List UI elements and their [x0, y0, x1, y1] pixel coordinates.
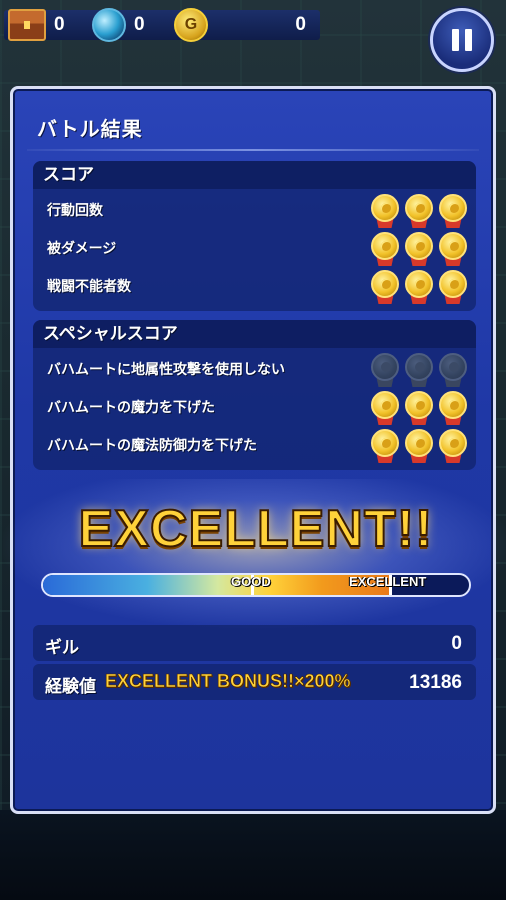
score-section: スコア 行動回数 被ダメージ 戦闘不能者数 — [33, 161, 476, 311]
gold-medal-icon — [370, 429, 400, 463]
score-header: スコア — [33, 161, 476, 189]
gold-medal-icon — [438, 194, 468, 228]
exp-reward-row: 経験値 EXCELLENT BONUS!!×200% 13186 — [33, 664, 476, 700]
special-score-row: バハムートに地属性攻撃を使用しない — [33, 350, 476, 388]
gauge-label-excellent: EXCELLENT — [349, 574, 427, 589]
gold-medal-icon — [438, 429, 468, 463]
panel-title: バトル結果 — [37, 117, 143, 141]
gold-medal-icon — [404, 232, 434, 266]
hud-chest: 0 — [8, 9, 65, 41]
exp-value: 13186 — [409, 672, 462, 693]
medal-group — [370, 270, 468, 304]
exp-label: 経験値 — [45, 677, 96, 697]
special-score-section: スペシャルスコア バハムートに地属性攻撃を使用しない バハムートの魔力を下げた … — [33, 320, 476, 470]
gold-medal-icon — [438, 391, 468, 425]
special-score-row-label: バハムートに地属性攻撃を使用しない — [47, 362, 285, 378]
gold-medal-icon — [370, 194, 400, 228]
gold-medal-icon — [404, 391, 434, 425]
score-row-label: 行動回数 — [47, 203, 103, 219]
medal-group — [370, 232, 468, 266]
gold-medal-icon — [404, 194, 434, 228]
gold-medal-icon — [370, 270, 400, 304]
orb-icon — [92, 8, 126, 42]
top-hud: 0 0 G 0 — [0, 0, 506, 72]
gold-medal-icon — [404, 429, 434, 463]
gold-medal-icon — [404, 270, 434, 304]
gold-medal-icon — [438, 232, 468, 266]
chest-count: 0 — [54, 14, 65, 35]
rank-gauge: GOOD EXCELLENT — [41, 573, 471, 597]
bottom-shade — [0, 810, 506, 900]
orb-count: 0 — [134, 14, 145, 35]
gil-label: ギル — [45, 638, 79, 658]
empty-medal-icon — [404, 353, 434, 387]
gil-count: 0 — [295, 14, 306, 35]
rank-text: EXCELLENT!! — [78, 499, 434, 559]
exp-bonus-text: EXCELLENT BONUS!!×200% — [105, 671, 351, 692]
special-score-row-label: バハムートの魔力を下げた — [47, 400, 215, 416]
special-score-row: バハムートの魔力を下げた — [33, 388, 476, 426]
gauge-label-good: GOOD — [231, 574, 271, 589]
hud-orb: 0 — [92, 8, 145, 42]
medal-group — [370, 353, 468, 387]
hud-gil: G 0 — [174, 8, 314, 42]
gold-medal-icon — [370, 391, 400, 425]
gil-reward-row: ギル 0 — [33, 625, 476, 661]
rank-gauge-fill — [43, 575, 393, 595]
score-row-label: 戦闘不能者数 — [47, 279, 131, 295]
gold-medal-icon — [438, 270, 468, 304]
pause-button[interactable] — [430, 8, 494, 72]
medal-group — [370, 194, 468, 228]
special-score-row-label: バハムートの魔法防御力を下げた — [47, 438, 257, 454]
score-row: 被ダメージ — [33, 229, 476, 267]
gold-medal-icon — [370, 232, 400, 266]
medal-group — [370, 429, 468, 463]
special-score-row: バハムートの魔法防御力を下げた — [33, 426, 476, 464]
pause-icon — [452, 29, 459, 51]
battle-result-panel: バトル結果 スコア 行動回数 被ダメージ 戦闘不能者数 スペシャルスコア バハム… — [3, 86, 506, 814]
gil-coin-icon: G — [174, 8, 208, 42]
treasure-chest-icon — [8, 9, 46, 41]
title-divider — [27, 149, 479, 151]
score-row: 戦闘不能者数 — [33, 267, 476, 305]
empty-medal-icon — [370, 353, 400, 387]
special-score-header: スペシャルスコア — [33, 320, 476, 348]
score-row-label: 被ダメージ — [47, 241, 117, 257]
pause-icon-bar — [465, 29, 472, 51]
gil-value: 0 — [451, 633, 462, 654]
empty-medal-icon — [438, 353, 468, 387]
score-row: 行動回数 — [33, 191, 476, 229]
medal-group — [370, 391, 468, 425]
